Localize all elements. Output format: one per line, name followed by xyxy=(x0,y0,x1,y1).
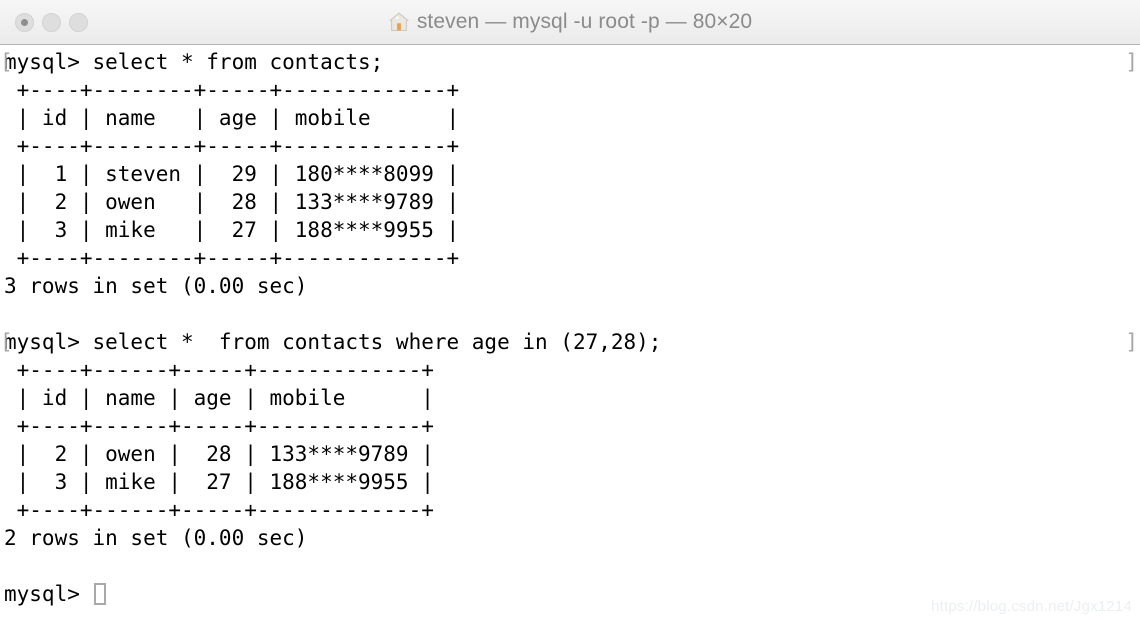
terminal-line-text: +----+--------+-----+-------------+ xyxy=(4,78,460,102)
terminal-line: | 2 | owen | 28 | 133****9789 | xyxy=(4,440,1140,468)
terminal-line-text: | 1 | steven | 29 | 180****8099 | xyxy=(4,162,460,186)
terminal-line-text: | 3 | mike | 27 | 188****9955 | xyxy=(4,218,460,242)
terminal-line-text: | id | name | age | mobile | xyxy=(4,106,460,130)
terminal-line: | id | name | age | mobile | xyxy=(4,384,1140,412)
watermark: https://blog.csdn.net/Jgx1214 xyxy=(931,598,1132,615)
prompt-mark-left: [ xyxy=(0,330,13,354)
terminal-line: +----+--------+-----+-------------+ xyxy=(4,244,1140,272)
terminal-line: +----+--------+-----+-------------+ xyxy=(4,76,1140,104)
prompt-mark-left: [ xyxy=(0,50,13,74)
terminal-line: +----+------+-----+-------------+ xyxy=(4,356,1140,384)
terminal-line-text: 3 rows in set (0.00 sec) xyxy=(4,274,308,298)
title-bar[interactable]: steven — mysql -u root -p — 80×20 xyxy=(0,0,1140,45)
title-group: steven — mysql -u root -p — 80×20 xyxy=(0,0,1140,44)
terminal-line: +----+--------+-----+-------------+ xyxy=(4,132,1140,160)
terminal-line: | 1 | steven | 29 | 180****8099 | xyxy=(4,160,1140,188)
prompt-mark-right: ] xyxy=(1125,50,1138,74)
terminal-line: | 2 | owen | 28 | 133****9789 | xyxy=(4,188,1140,216)
house-icon xyxy=(389,12,409,31)
window-title: steven — mysql -u root -p — 80×20 xyxy=(416,10,753,33)
window-controls xyxy=(15,0,88,44)
terminal-line-text: | 2 | owen | 28 | 133****9789 | xyxy=(4,442,434,466)
terminal-line: 3 rows in set (0.00 sec) xyxy=(4,272,1140,300)
terminal-line-text: 2 rows in set (0.00 sec) xyxy=(4,526,308,550)
terminal-line-text: mysql> select * from contacts where age … xyxy=(4,330,662,354)
terminal-line-text: | 2 | owen | 28 | 133****9789 | xyxy=(4,190,460,214)
text-cursor xyxy=(93,583,106,605)
terminal-line-text: +----+--------+-----+-------------+ xyxy=(4,134,460,158)
terminal-line: | 3 | mike | 27 | 188****9955 | xyxy=(4,216,1140,244)
terminal-line-text: | id | name | age | mobile | xyxy=(4,386,434,410)
close-button[interactable] xyxy=(15,12,34,32)
terminal-line-text: +----+------+-----+-------------+ xyxy=(4,358,434,382)
terminal-line: +----+------+-----+-------------+ xyxy=(4,496,1140,524)
close-dot xyxy=(21,18,28,26)
terminal-line-text: mysql> select * from contacts; xyxy=(4,50,384,74)
terminal-body[interactable]: [] mysql> select * from contacts; +----+-… xyxy=(0,45,1140,620)
terminal-line: [] mysql> select * from contacts where ag… xyxy=(0,328,1140,356)
terminal-line-text: | 3 | mike | 27 | 188****9955 | xyxy=(4,470,434,494)
terminal-line: [] mysql> select * from contacts; xyxy=(0,48,1140,76)
terminal-line: 2 rows in set (0.00 sec) xyxy=(4,524,1140,552)
terminal-screen: [] mysql> select * from contacts; +----+-… xyxy=(0,48,1140,608)
terminal-window: steven — mysql -u root -p — 80×20 [] mysq… xyxy=(0,0,1140,620)
zoom-button[interactable] xyxy=(69,12,88,32)
terminal-line-text: +----+------+-----+-------------+ xyxy=(4,498,434,522)
terminal-line-text: +----+--------+-----+-------------+ xyxy=(4,246,460,270)
prompt-mark-right: ] xyxy=(1125,330,1138,354)
terminal-prompt: mysql> xyxy=(4,582,93,606)
terminal-line-text: +----+------+-----+-------------+ xyxy=(4,414,434,438)
terminal-line: | id | name | age | mobile | xyxy=(4,104,1140,132)
terminal-line: +----+------+-----+-------------+ xyxy=(4,412,1140,440)
terminal-line: | 3 | mike | 27 | 188****9955 | xyxy=(4,468,1140,496)
minimize-button[interactable] xyxy=(42,12,61,32)
